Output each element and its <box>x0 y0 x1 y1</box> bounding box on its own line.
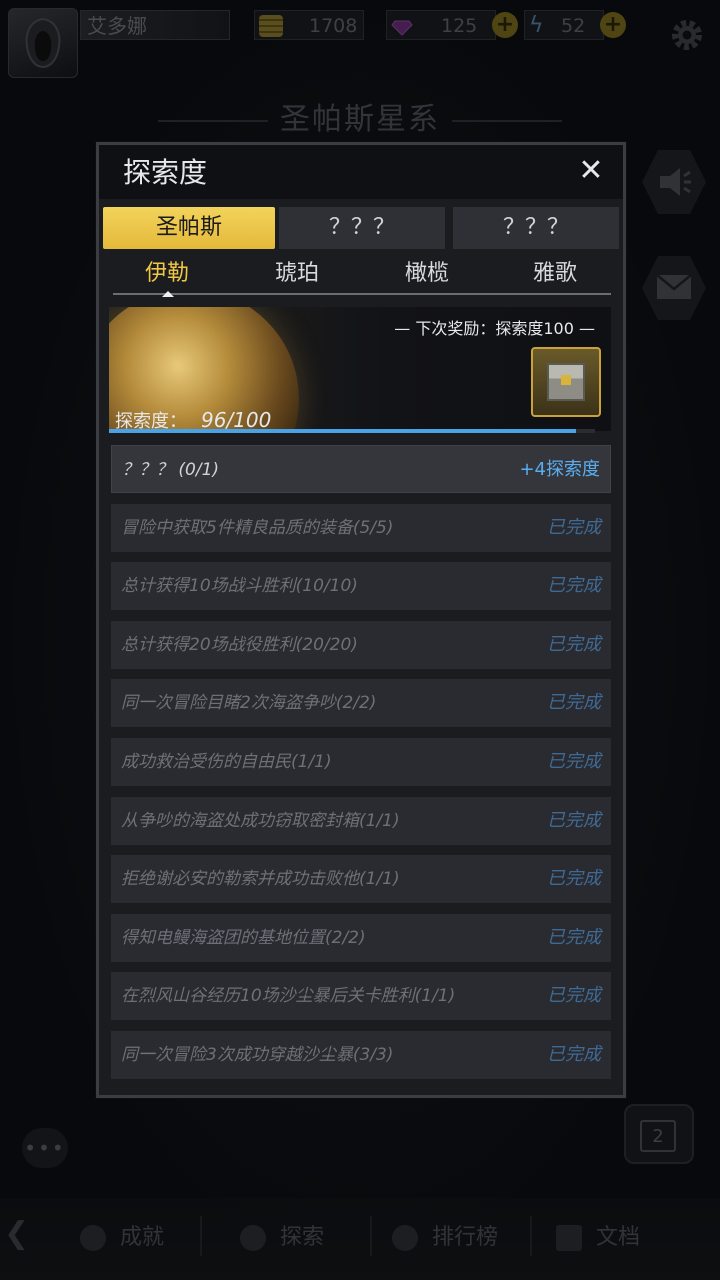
task-row[interactable]: 成功救治受伤的自由民(1/1) 已完成 <box>111 737 611 786</box>
task-text: 同一次冒险3次成功穿越沙尘暴(3/3) <box>121 1044 394 1065</box>
progress-fill <box>109 429 576 433</box>
task-status: 已完成 <box>547 692 601 714</box>
task-status: 已完成 <box>547 1043 601 1065</box>
task-text: ？？？ (0/1) <box>122 460 220 480</box>
task-row[interactable]: 在烈风山谷经历10场沙尘暴后关卡胜利(1/1) 已完成 <box>111 972 611 1021</box>
task-text: 拒绝谢必安的勒索并成功击败他(1/1) <box>121 869 400 890</box>
task-row[interactable]: 得知电鳗海盗团的基地位置(2/2) 已完成 <box>111 913 611 962</box>
task-text: 同一次冒险目睹2次海盗争吵(2/2) <box>121 693 377 714</box>
subtab-indicator <box>162 291 174 297</box>
task-text: 冒险中获取5件精良品质的装备(5/5) <box>121 517 394 538</box>
task-text: 成功救治受伤的自由民(1/1) <box>121 751 332 772</box>
close-button[interactable]: ✕ <box>573 153 609 189</box>
task-text: 总计获得10场战斗胜利(10/10) <box>121 576 358 597</box>
exploration-modal: 探索度 ✕ 圣帕斯 ？？？ ？？？ 伊勒 琥珀 橄榄 雅歌 — 下次奖励：探索度… <box>96 142 626 1098</box>
modal-header: 探索度 ✕ <box>99 145 623 199</box>
task-row[interactable]: ？？？ (0/1) +4探索度 <box>111 445 611 493</box>
subtab-yile[interactable]: 伊勒 <box>127 257 207 291</box>
reward-chest[interactable] <box>531 347 601 417</box>
task-status: 已完成 <box>547 985 601 1007</box>
task-status: 已完成 <box>547 516 601 538</box>
task-status: +4探索度 <box>519 459 600 480</box>
tab-unknown-1[interactable]: ？？？ <box>279 207 445 249</box>
crate-icon <box>547 363 585 401</box>
task-status: 已完成 <box>547 575 601 597</box>
tab-unknown-2[interactable]: ？？？ <box>453 207 619 249</box>
task-status: 已完成 <box>547 633 601 655</box>
tab-saint-pas[interactable]: 圣帕斯 <box>103 207 275 249</box>
next-reward-text: — 下次奖励：探索度100 — <box>394 319 595 338</box>
task-row[interactable]: 总计获得10场战斗胜利(10/10) 已完成 <box>111 562 611 611</box>
task-status: 已完成 <box>547 809 601 831</box>
task-row[interactable]: 拒绝谢必安的勒索并成功击败他(1/1) 已完成 <box>111 855 611 904</box>
task-status: 已完成 <box>547 868 601 890</box>
task-row[interactable]: 同一次冒险3次成功穿越沙尘暴(3/3) 已完成 <box>111 1030 611 1079</box>
task-list: ？？？ (0/1) +4探索度 冒险中获取5件精良品质的装备(5/5) 已完成 总计获得… <box>111 445 611 1090</box>
task-text: 总计获得20场战役胜利(20/20) <box>121 634 358 655</box>
task-row[interactable]: 总计获得20场战役胜利(20/20) 已完成 <box>111 620 611 669</box>
task-text: 从争吵的海盗处成功窃取密封箱(1/1) <box>121 810 400 831</box>
task-status: 已完成 <box>547 750 601 772</box>
subtab-yage[interactable]: 雅歌 <box>515 257 595 291</box>
task-text: 得知电鳗海盗团的基地位置(2/2) <box>121 927 366 948</box>
task-status: 已完成 <box>547 926 601 948</box>
progress-bar <box>109 429 595 433</box>
modal-title: 探索度 <box>123 156 208 189</box>
task-text: 在烈风山谷经历10场沙尘暴后关卡胜利(1/1) <box>121 986 456 1007</box>
task-row[interactable]: 同一次冒险目睹2次海盗争吵(2/2) 已完成 <box>111 679 611 728</box>
subtab-olive[interactable]: 橄榄 <box>387 257 467 291</box>
subtab-underline <box>113 293 611 295</box>
task-row[interactable]: 从争吵的海盗处成功窃取密封箱(1/1) 已完成 <box>111 796 611 845</box>
subtab-amber[interactable]: 琥珀 <box>257 257 337 291</box>
task-row[interactable]: 冒险中获取5件精良品质的装备(5/5) 已完成 <box>111 503 611 552</box>
